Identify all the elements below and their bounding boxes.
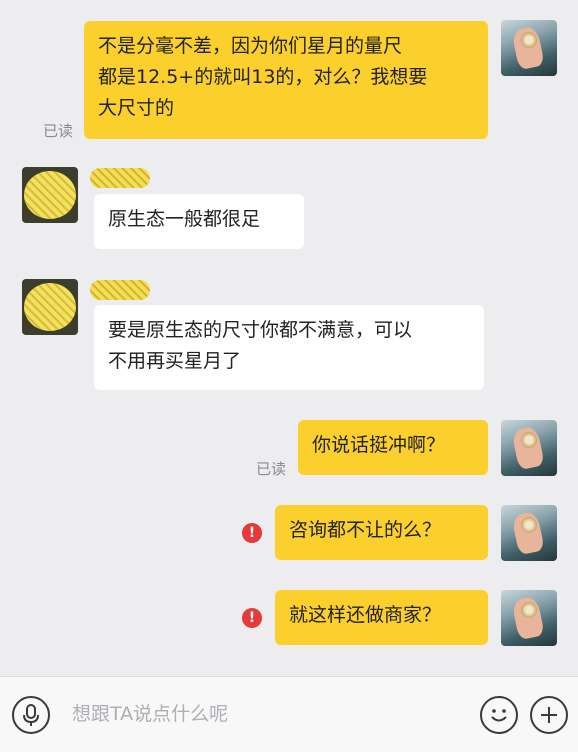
message-input[interactable]: 想跟TA说点什么呢: [72, 699, 228, 726]
send-failed-icon[interactable]: !: [242, 608, 262, 628]
microphone-icon[interactable]: [12, 696, 50, 734]
message-input-bar: 想跟TA说点什么呢: [0, 676, 578, 752]
my-avatar[interactable]: [501, 590, 557, 646]
message-bubble[interactable]: 就这样还做商家？: [275, 590, 488, 645]
message-self: ! 就这样还做商家？: [0, 0, 578, 650]
chat-area[interactable]: 不是分毫不差，因为你们星月的量尺 都是12.5+的就叫13的，对么？我想要 大尺…: [0, 0, 578, 676]
plus-icon[interactable]: [530, 696, 568, 734]
smiley-icon[interactable]: [480, 696, 518, 734]
